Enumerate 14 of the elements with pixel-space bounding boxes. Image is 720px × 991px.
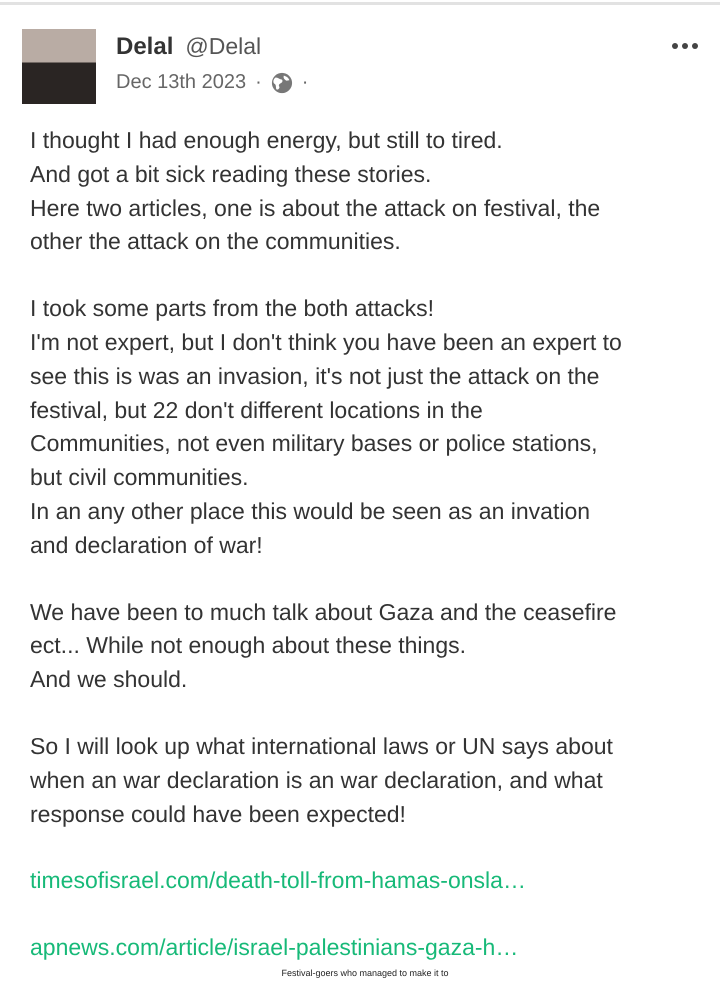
post-paragraph: I thought I had enough energy, but still to tired. And got a bit sick reading these stories. Here two articles, one is about the attack on festival, the other the attack on the communities. (30, 126, 602, 256)
author-name[interactable]: Delal (116, 33, 174, 61)
article-link[interactable]: apnews.com/article/israel-palestinians-gaza-h… (30, 934, 518, 960)
post-paragraph: I took some parts from the both attacks! I'm not expert, but I don't think you have been an expert to see this is was an invasion, it's not just the attack on the festival, but 22 don't different locations in the Communities, not even military bases or police stations, but civil communities. In an any other place this would be seen as an invation and declaration of war! (30, 294, 623, 560)
separator-dot: · (302, 71, 308, 94)
post-date: Dec 13th 2023 (116, 71, 246, 94)
post-paragraph: We have been to much talk about Gaza and the ceasefire ect... While not enough about these things. And we should. (30, 598, 618, 694)
separator-dot: · (255, 71, 262, 94)
avatar-photo-placeholder[interactable] (22, 29, 96, 104)
preview-caption: Festival-goers who managed to make it to (281, 968, 449, 978)
author-handle: @Delal (185, 33, 262, 60)
post-paragraph: So I will look up what international laws or UN says about when an war declaration is an war declaration, and what response could have been expected! (30, 732, 614, 829)
article-link[interactable]: timesofisrael.com/death-toll-from-hamas-onsla… (30, 867, 526, 894)
globe-icon (270, 72, 293, 94)
